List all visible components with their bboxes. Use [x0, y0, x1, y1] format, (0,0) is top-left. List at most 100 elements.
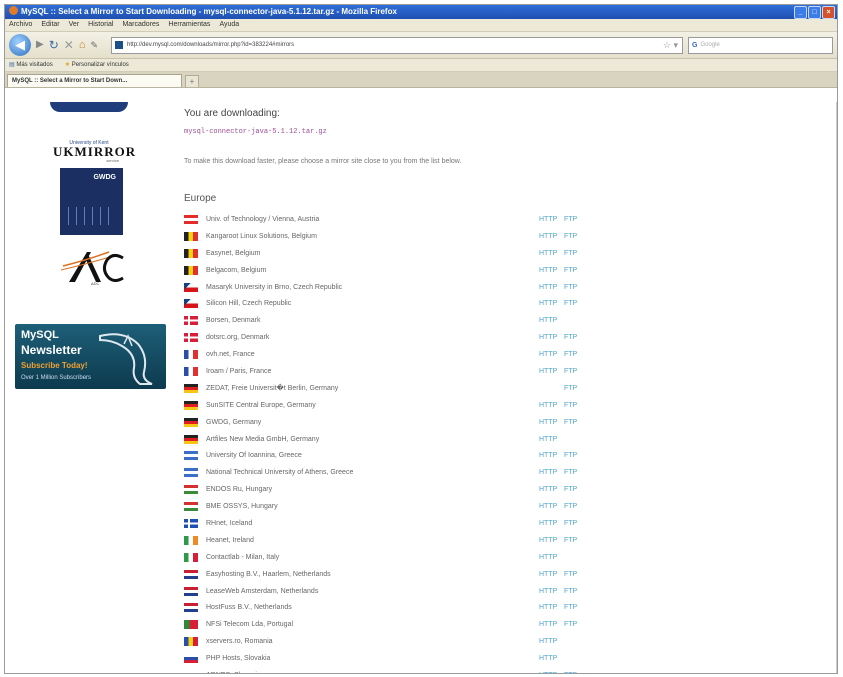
window-controls: _ □ × — [794, 6, 835, 19]
mirror-ftp-link[interactable]: FTP — [564, 402, 577, 409]
mirror-ftp-link[interactable]: FTP — [564, 351, 577, 358]
country-flag-icon — [184, 468, 198, 478]
sponsor-logo-top[interactable] — [50, 102, 128, 112]
mirror-ftp-link[interactable]: FTP — [564, 250, 577, 257]
mirror-name: Artfiles New Media GmbH, Germany — [206, 435, 320, 443]
mirror-ftp-link[interactable]: FTP — [564, 503, 577, 510]
mirror-ftp-link[interactable]: FTP — [564, 233, 577, 240]
mirror-http-link[interactable]: HTTP — [539, 368, 557, 375]
navigation-toolbar: ◀ ▶ ↻ ✕ ⌂ ✎ http://dev.mysql.com/downloa… — [5, 32, 837, 59]
mirror-name: LeaseWeb Amsterdam, Netherlands — [206, 587, 319, 595]
bookmark-personalizar[interactable]: ★ Personalizar vínculos — [65, 59, 129, 71]
mirror-ftp-link[interactable]: FTP — [564, 267, 577, 274]
mirror-ftp-link[interactable]: FTP — [564, 385, 577, 392]
newsletter-banner[interactable]: MySQL Newsletter Subscribe Today! Over 1… — [15, 324, 166, 389]
mirror-http-link[interactable]: HTTP — [539, 554, 557, 561]
mirror-ftp-link[interactable]: FTP — [564, 452, 577, 459]
forward-button[interactable]: ▶ — [36, 35, 44, 55]
mirror-row: Silicon Hill, Czech Republic HTTP FTP — [184, 295, 604, 312]
mirror-name: Contactlab - Milan, Italy — [206, 553, 280, 561]
mirror-http-link[interactable]: HTTP — [539, 334, 557, 341]
mirror-http-link[interactable]: HTTP — [539, 452, 557, 459]
mirror-row: NFSi Telecom Lda, Portugal HTTP FTP — [184, 616, 604, 633]
ukmirror-logo[interactable]: University of Kent UKMIRROR service — [53, 140, 135, 163]
mirror-http-link[interactable]: HTTP — [539, 655, 557, 662]
mirror-http-link[interactable]: HTTP — [539, 419, 557, 426]
mirror-http-link[interactable]: HTTP — [539, 250, 557, 257]
home-button[interactable]: ⌂ — [79, 35, 86, 55]
mirror-ftp-link[interactable]: FTP — [564, 520, 577, 527]
mirror-name: xservers.ro, Romania — [206, 638, 273, 646]
bookmark-toolbar-icon[interactable]: ✎ — [90, 35, 98, 55]
mirror-http-link[interactable]: HTTP — [539, 233, 557, 240]
adc-logo[interactable]: ADC — [57, 248, 127, 286]
maximize-button[interactable]: □ — [808, 6, 821, 19]
mirror-ftp-link[interactable]: FTP — [564, 216, 577, 223]
mirror-name: Heanet, Ireland — [206, 536, 254, 544]
mirror-ftp-link[interactable]: FTP — [564, 419, 577, 426]
mirror-ftp-link[interactable]: FTP — [564, 469, 577, 476]
country-flag-icon — [184, 535, 198, 545]
mirror-ftp-link[interactable]: FTP — [564, 621, 577, 628]
mirror-http-link[interactable]: HTTP — [539, 571, 557, 578]
mirror-http-link[interactable]: HTTP — [539, 267, 557, 274]
country-flag-icon — [184, 586, 198, 596]
mirror-http-link[interactable]: HTTP — [539, 317, 557, 324]
country-flag-icon — [184, 654, 198, 664]
mirror-name: Masaryk University in Brno, Czech Republ… — [206, 283, 343, 291]
mirror-http-link[interactable]: HTTP — [539, 604, 557, 611]
address-bar[interactable]: http://dev.mysql.com/downloads/mirror.ph… — [111, 36, 683, 54]
gwdg-logo[interactable]: GWDG — [60, 168, 123, 235]
mirror-row: ARNES, Slovenia HTTP FTP — [184, 667, 604, 673]
bookmark-mas-visitados[interactable]: ▤ Más visitados — [9, 59, 53, 71]
menu-historial[interactable]: Historial — [88, 19, 113, 31]
mirror-http-link[interactable]: HTTP — [539, 402, 557, 409]
back-button[interactable]: ◀ — [9, 34, 31, 56]
title-bar: MySQL :: Select a Mirror to Start Downlo… — [5, 5, 837, 19]
mirror-http-link[interactable]: HTTP — [539, 672, 557, 673]
mirror-ftp-link[interactable]: FTP — [564, 537, 577, 544]
mirror-ftp-link[interactable]: FTP — [564, 284, 577, 291]
mirror-http-link[interactable]: HTTP — [539, 588, 557, 595]
search-input[interactable]: G Google — [688, 36, 833, 54]
menu-marcadores[interactable]: Marcadores — [122, 19, 159, 31]
mirror-http-link[interactable]: HTTP — [539, 537, 557, 544]
mirror-ftp-link[interactable]: FTP — [564, 604, 577, 611]
download-filename: mysql-connector-java-5.1.12.tar.gz — [184, 128, 327, 136]
menu-ayuda[interactable]: Ayuda — [219, 19, 239, 31]
mirror-http-link[interactable]: HTTP — [539, 503, 557, 510]
mirror-ftp-link[interactable]: FTP — [564, 334, 577, 341]
mirror-ftp-link[interactable]: FTP — [564, 300, 577, 307]
mirror-http-link[interactable]: HTTP — [539, 351, 557, 358]
new-tab-button[interactable]: + — [185, 75, 199, 87]
mirror-http-link[interactable]: HTTP — [539, 520, 557, 527]
mirror-http-link[interactable]: HTTP — [539, 638, 557, 645]
mirror-name: SunSITE Central Europe, Germany — [206, 401, 316, 409]
country-flag-icon — [184, 637, 198, 647]
mirror-ftp-link[interactable]: FTP — [564, 588, 577, 595]
mirror-ftp-link[interactable]: FTP — [564, 486, 577, 493]
mirror-http-link[interactable]: HTTP — [539, 469, 557, 476]
country-flag-icon — [184, 333, 198, 343]
mirror-name: Silicon Hill, Czech Republic — [206, 300, 292, 308]
mirror-ftp-link[interactable]: FTP — [564, 571, 577, 578]
close-window-button[interactable]: × — [822, 6, 835, 19]
mirror-ftp-link[interactable]: FTP — [564, 672, 577, 673]
mirror-http-link[interactable]: HTTP — [539, 284, 557, 291]
bookmark-star-icon[interactable]: ☆ ▾ — [663, 40, 678, 51]
mirror-http-link[interactable]: HTTP — [539, 621, 557, 628]
mirror-ftp-link[interactable]: FTP — [564, 368, 577, 375]
stop-button[interactable]: ✕ — [64, 35, 74, 55]
minimize-button[interactable]: _ — [794, 6, 807, 19]
reload-button[interactable]: ↻ — [49, 35, 59, 55]
scrollbar[interactable] — [836, 102, 837, 673]
tab-mysql-mirror[interactable]: MySQL :: Select a Mirror to Start Down..… — [7, 74, 182, 87]
menu-ver[interactable]: Ver — [69, 19, 80, 31]
mirror-http-link[interactable]: HTTP — [539, 300, 557, 307]
menu-herramientas[interactable]: Herramientas — [168, 19, 210, 31]
menu-archivo[interactable]: Archivo — [9, 19, 32, 31]
menu-editar[interactable]: Editar — [41, 19, 59, 31]
mirror-http-link[interactable]: HTTP — [539, 486, 557, 493]
mirror-http-link[interactable]: HTTP — [539, 216, 557, 223]
mirror-http-link[interactable]: HTTP — [539, 436, 557, 443]
